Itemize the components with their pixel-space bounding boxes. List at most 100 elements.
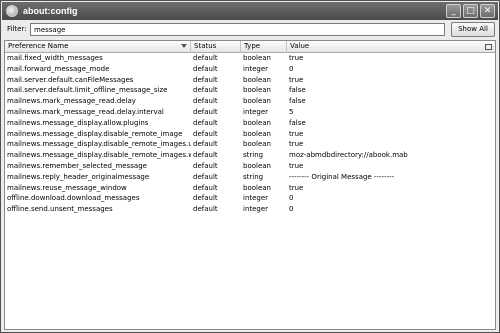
pref-value: -------- Original Message -------- (289, 172, 395, 181)
pref-value: true (289, 129, 304, 138)
column-label: Status (194, 42, 217, 50)
pref-name: mailnews.message_display.disable_remote_… (7, 140, 191, 149)
table-row[interactable]: mail.server.default.canFileMessages defau… (5, 75, 495, 86)
pref-type: integer (243, 194, 269, 203)
close-button[interactable]: ✕ (480, 4, 495, 18)
window-title: about:config (23, 6, 78, 16)
show-all-button[interactable]: Show All (451, 22, 495, 37)
pref-name: mail.forward_message_mode (7, 64, 110, 73)
table-header: Preference Name Status Type Value (5, 41, 495, 53)
pref-value: true (289, 140, 304, 149)
maximize-button[interactable]: □ (463, 4, 478, 18)
pref-name: mailnews.message_display.allow.plugins (7, 118, 149, 127)
pref-status: default (193, 194, 218, 203)
pref-value: true (289, 54, 304, 62)
pref-value: true (289, 183, 304, 192)
pref-name: mail.fixed_width_messages (7, 54, 103, 62)
sort-descending-icon (181, 44, 187, 48)
table-row[interactable]: offline.send.unsent_messages default integ… (5, 204, 495, 215)
table-row[interactable]: mail.forward_message_mode default integer 0 (5, 64, 495, 75)
pref-status: default (193, 129, 218, 138)
pref-value: 5 (289, 107, 294, 116)
pref-type: boolean (243, 75, 271, 84)
table-row[interactable]: mail.server.default.limit_offline_messag… (5, 85, 495, 96)
pref-value: true (289, 161, 304, 170)
filter-bar: Filter: Show All (2, 20, 498, 39)
pref-status: default (193, 140, 218, 149)
column-picker-icon[interactable] (485, 44, 492, 50)
pref-type: boolean (243, 161, 271, 170)
pref-name: mailnews.remember_selected_message (7, 161, 147, 170)
table-row[interactable]: mailnews.mark_message_read.delay default b… (5, 96, 495, 107)
pref-type: boolean (243, 129, 271, 138)
pref-value: false (289, 97, 306, 106)
table-row[interactable]: mail.fixed_width_messages default boolean t… (5, 53, 495, 64)
preferences-table: Preference Name Status Type Value mail.f… (4, 40, 496, 330)
table-row[interactable]: mailnews.message_display.disable_remote_… (5, 139, 495, 150)
pref-name: mail.server.default.limit_offline_messag… (7, 86, 168, 95)
pref-name: mailnews.mark_message_read.delay (7, 97, 136, 106)
pref-name: mailnews.message_display.disable_remote_… (7, 151, 191, 160)
table-row[interactable]: mailnews.message_display.allow.plugins de… (5, 118, 495, 129)
pref-name: offline.download.download_messages (7, 194, 140, 203)
pref-value: 0 (289, 205, 294, 214)
app-globe-icon (6, 5, 18, 17)
pref-type: integer (243, 64, 269, 73)
pref-type: integer (243, 205, 269, 214)
filter-input[interactable] (30, 23, 445, 36)
column-header-value[interactable]: Value (287, 41, 495, 53)
pref-value: false (289, 118, 306, 127)
pref-type: boolean (243, 54, 271, 62)
pref-type: string (243, 172, 264, 181)
pref-name: mailnews.mark_message_read.delay.interva… (7, 107, 164, 116)
column-header-status[interactable]: Status (191, 41, 241, 53)
pref-type: boolean (243, 183, 271, 192)
pref-name: mailnews.message_display.disable_remote_… (7, 129, 183, 138)
pref-status: default (193, 54, 218, 62)
title-bar[interactable]: about:config _ □ ✕ (2, 2, 498, 20)
pref-status: default (193, 75, 218, 84)
pref-value: moz-abmdbdirectory://abook.mab (289, 151, 408, 160)
pref-type: boolean (243, 118, 271, 127)
table-row[interactable]: mailnews.remember_selected_message defaul… (5, 161, 495, 172)
pref-value: 0 (289, 194, 294, 203)
pref-name: mailnews.reuse_message_window (7, 183, 127, 192)
pref-type: string (243, 151, 264, 160)
about-config-window: about:config _ □ ✕ Filter: Show All Pref… (0, 0, 500, 333)
table-row[interactable]: mailnews.message_display.disable_remote_… (5, 150, 495, 161)
column-label: Value (290, 42, 310, 50)
pref-type: boolean (243, 140, 271, 149)
table-body: mail.fixed_width_messages default boolean t… (5, 53, 495, 215)
pref-value: 0 (289, 64, 294, 73)
pref-type: boolean (243, 86, 271, 95)
filter-label: Filter: (7, 25, 27, 33)
minimize-button[interactable]: _ (446, 4, 461, 18)
column-label: Preference Name (8, 42, 69, 50)
column-label: Type (244, 42, 261, 50)
pref-name: mail.server.default.canFileMessages (7, 75, 134, 84)
table-row[interactable]: mailnews.reply_header_originalmessage def… (5, 172, 495, 183)
column-header-type[interactable]: Type (241, 41, 287, 53)
pref-status: default (193, 118, 218, 127)
pref-type: boolean (243, 97, 271, 106)
pref-value: true (289, 75, 304, 84)
pref-status: default (193, 107, 218, 116)
table-row[interactable]: offline.download.download_messages defaul… (5, 193, 495, 204)
pref-status: default (193, 86, 218, 95)
pref-status: default (193, 183, 218, 192)
pref-status: default (193, 172, 218, 181)
pref-value: false (289, 86, 306, 95)
pref-name: mailnews.reply_header_originalmessage (7, 172, 150, 181)
table-row[interactable]: mailnews.reuse_message_window default bool… (5, 183, 495, 194)
table-row[interactable]: mailnews.mark_message_read.delay.interva… (5, 107, 495, 118)
pref-type: integer (243, 107, 269, 116)
pref-status: default (193, 97, 218, 106)
window-controls: _ □ ✕ (446, 4, 495, 18)
pref-status: default (193, 151, 218, 160)
table-row[interactable]: mailnews.message_display.disable_remote_… (5, 129, 495, 140)
pref-status: default (193, 64, 218, 73)
column-header-preference-name[interactable]: Preference Name (5, 41, 191, 53)
pref-status: default (193, 205, 218, 214)
pref-status: default (193, 161, 218, 170)
pref-name: offline.send.unsent_messages (7, 205, 113, 214)
